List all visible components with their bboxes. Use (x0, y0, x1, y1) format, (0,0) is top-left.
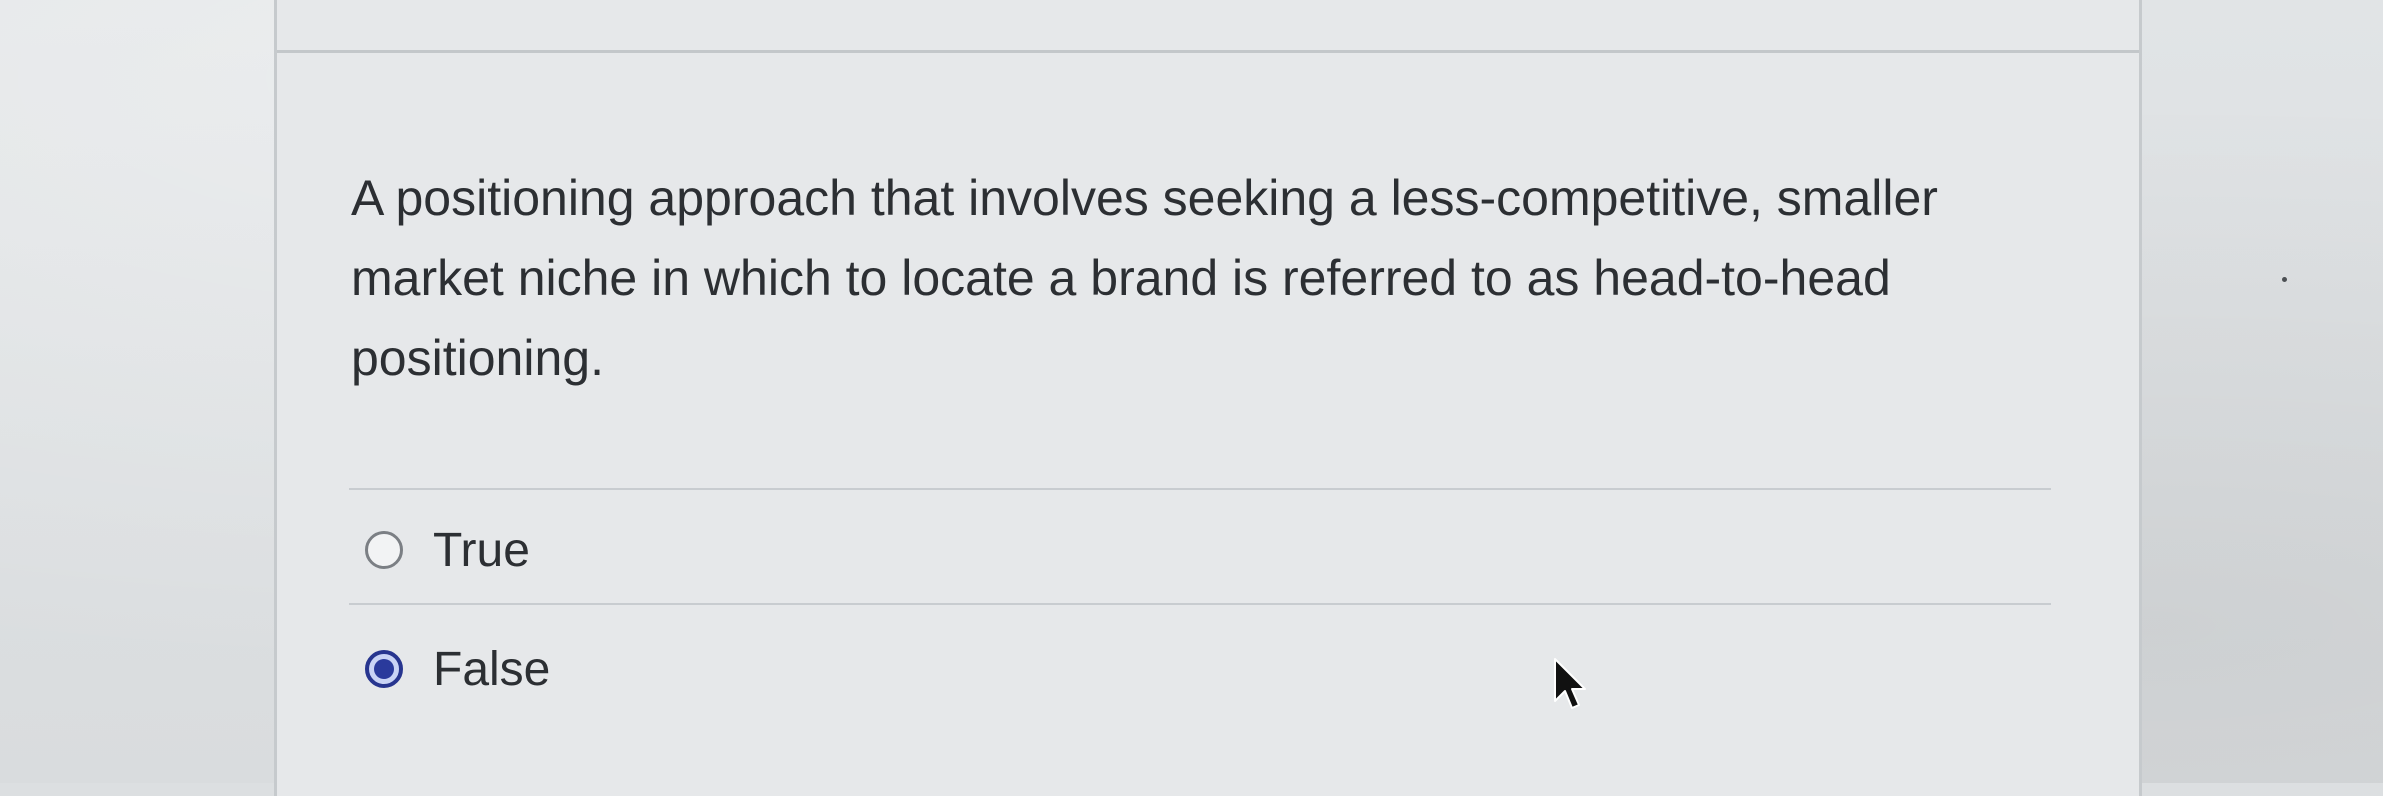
screen-speck (2282, 277, 2287, 282)
answer-option-true[interactable]: True (365, 518, 530, 582)
answer-divider-middle (349, 603, 2051, 605)
radio-button-true[interactable] (365, 531, 403, 569)
radio-selected-dot (374, 659, 394, 679)
question-text: A positioning approach that involves see… (351, 170, 1938, 386)
question-panel: A positioning approach that involves see… (274, 0, 2142, 796)
radio-button-false[interactable] (365, 650, 403, 688)
answer-option-label-true: True (433, 523, 530, 577)
answer-option-false[interactable]: False (365, 637, 550, 701)
answer-option-label-false: False (433, 642, 551, 696)
answer-divider-top (349, 488, 2051, 490)
panel-header-divider (277, 50, 2139, 53)
arrow-pointer-icon (1554, 658, 1586, 709)
